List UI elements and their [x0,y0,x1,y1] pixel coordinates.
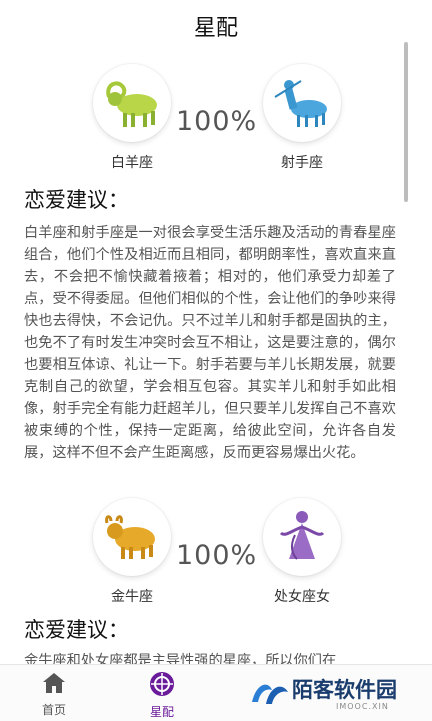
match-percent-1: 100% [176,106,258,137]
sagittarius-centaur-icon [263,64,341,142]
watermark-subtext: IMOOC.XIN [336,702,389,711]
sign-name-left-1: 白羊座 [111,155,153,171]
taurus-bull-icon [93,498,171,576]
tab-star-match-label: 星配 [149,705,174,719]
sign-name-right-1: 射手座 [281,155,323,171]
sign-right-1[interactable]: 射手座 [262,64,342,172]
sign-left-2[interactable]: 金牛座 [92,498,172,606]
love-advice-text-2: 金牛座和处女座都是主导性强的星座，所以你们在 [24,653,337,664]
tab-home-label: 首页 [41,703,66,717]
love-advice-text-1: 白羊座和射手座是一对很会享受生活乐趣及活动的青春星座组合，他们个性及相近而且相同… [24,225,396,461]
compass-target-icon [150,672,174,696]
pair-card-1: 白羊座 100% 射手座 [0,64,432,174]
page-title-text: 星配 [193,16,238,41]
watermark-logo: 陌客软件园 IMOOC.XIN [248,670,428,718]
watermark-logo-icon [252,684,288,704]
section-title-2: 恋爱建议： [24,618,129,642]
section-title-1: 恋爱建议： [24,188,129,212]
sign-name-right-2: 处女座女 [274,589,330,605]
tab-home[interactable]: 首页 [24,671,84,718]
home-icon [43,673,65,693]
pair-card-2: 金牛座 100% 处女座女 [0,498,432,608]
tab-star-match[interactable]: 星配 [132,671,192,720]
sign-name-left-2: 金牛座 [111,589,153,605]
page-title: 星配 [0,0,432,52]
sign-left-1[interactable]: 白羊座 [92,64,172,172]
aries-ram-icon [93,64,171,142]
watermark-text: 陌客软件园 [292,678,397,702]
match-percent-2: 100% [176,540,258,571]
virgo-maiden-icon [263,498,341,576]
match-list: 白羊座 100% 射手座 恋爱建议： 白羊座和射手座是一对很会享受生活乐趣及活动… [0,52,432,664]
sign-right-2[interactable]: 处女座女 [262,498,342,606]
